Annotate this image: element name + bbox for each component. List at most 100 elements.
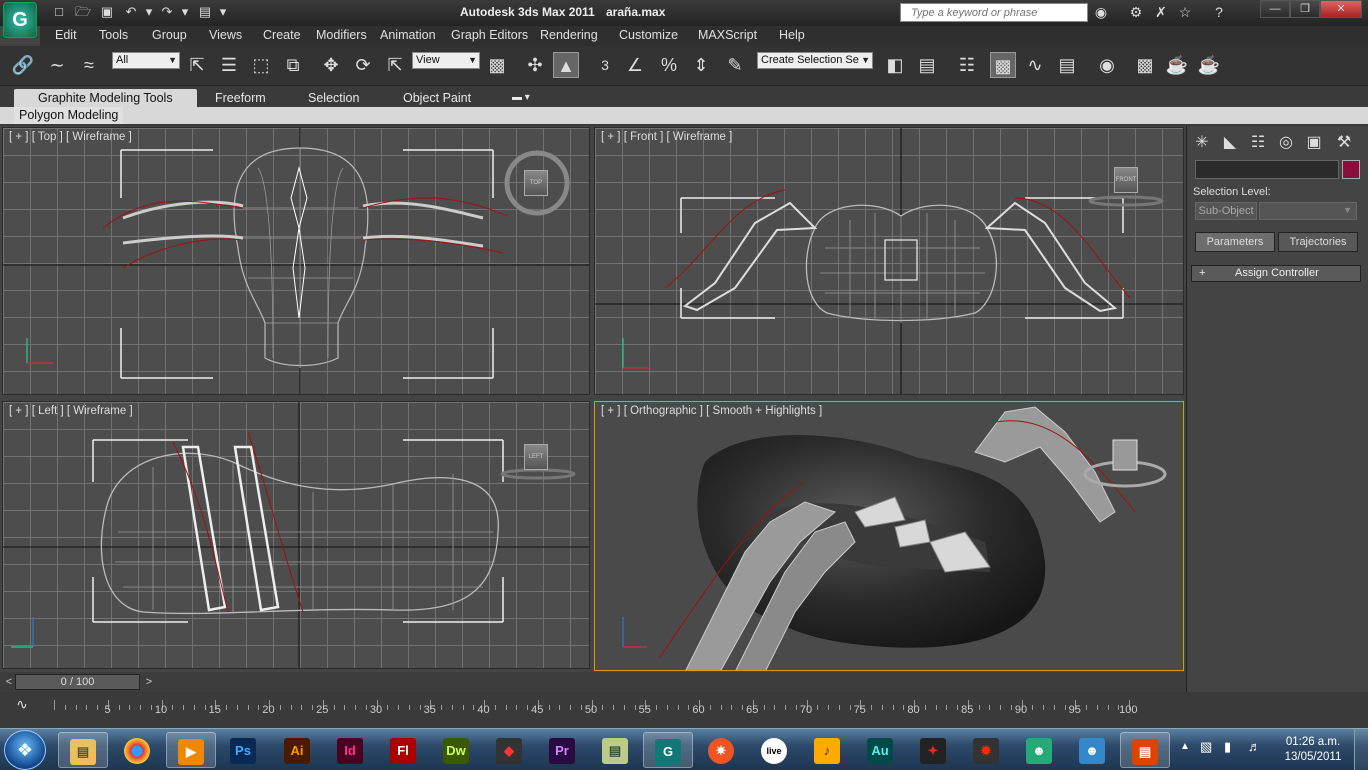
tab-freeform[interactable]: Freeform <box>215 89 266 107</box>
taskbar-powerpoint[interactable]: ▤ <box>1120 732 1170 768</box>
viewport-label-top[interactable]: [ + ] [ Top ] [ Wireframe ] <box>9 131 132 143</box>
network-signal-icon[interactable]: ▮ <box>1224 739 1231 755</box>
select-and-rotate-icon[interactable]: ⟳ <box>350 52 376 78</box>
track-bar-ruler[interactable]: 5 10 15 20 25 30 35 40 45 50 55 60 65 70 75 80 85 90 95 100 <box>52 692 1182 722</box>
taskbar-ableton-live[interactable]: live <box>749 732 799 768</box>
taskbar-app-5[interactable]: ✹ <box>961 732 1011 768</box>
favorites-star-icon[interactable]: ☆ <box>1176 4 1194 21</box>
time-slider-prev[interactable]: < <box>2 674 16 690</box>
material-editor-icon[interactable]: ◉ <box>1094 52 1120 78</box>
rectangular-selection-icon[interactable]: ⬚ <box>248 52 274 78</box>
edit-named-selection-icon[interactable]: ✎ <box>722 52 748 78</box>
object-color-swatch[interactable] <box>1342 160 1360 179</box>
taskbar-fl-studio[interactable]: ♪ <box>802 732 852 768</box>
render-production-icon[interactable]: ☕ <box>1196 52 1222 78</box>
select-and-manipulate-icon[interactable]: ✣ <box>522 52 548 78</box>
maximize-button[interactable]: ❐ <box>1290 0 1320 18</box>
undo-dropdown-icon[interactable]: ▾ <box>140 4 158 20</box>
keyboard-shortcut-override-icon[interactable]: ▲ <box>553 52 579 78</box>
menu-help[interactable]: Help <box>779 28 805 42</box>
taskbar-chrome[interactable] <box>112 732 162 768</box>
time-slider-thumb[interactable]: 0 / 100 <box>15 674 140 690</box>
curve-editor-icon[interactable]: ∿ <box>1022 52 1048 78</box>
polygon-modeling-panel[interactable]: Polygon Modeling <box>14 107 124 124</box>
schematic-view-icon[interactable]: ▤ <box>1054 52 1080 78</box>
angle-snap-icon[interactable]: ∠ <box>622 52 648 78</box>
search-input[interactable] <box>901 4 1079 21</box>
assign-controller-rollout[interactable]: + Assign Controller <box>1191 265 1361 282</box>
sub-object-dropdown[interactable]: ▼ <box>1259 202 1357 220</box>
quick-access-dropdown-icon[interactable]: ▾ <box>214 4 232 20</box>
subscription-key-icon[interactable]: ⚙ <box>1127 4 1145 21</box>
bind-to-space-warp-icon[interactable]: ≈ <box>76 52 102 78</box>
save-icon[interactable]: ▣ <box>98 4 116 20</box>
show-desktop-button[interactable] <box>1354 729 1368 770</box>
menu-animation[interactable]: Animation <box>380 28 436 42</box>
communication-center-icon[interactable]: ✗ <box>1152 4 1170 21</box>
taskbar-explorer[interactable]: ▤ <box>58 732 108 768</box>
selection-filter-dropdown[interactable]: All ▼ <box>112 52 180 69</box>
render-setup-icon[interactable]: ▩ <box>1132 52 1158 78</box>
viewport-label-left[interactable]: [ + ] [ Left ] [ Wireframe ] <box>9 405 133 417</box>
taskbar-app-1[interactable]: ◆ <box>484 732 534 768</box>
taskbar-messenger-1[interactable]: ☻ <box>1014 732 1064 768</box>
rendered-frame-window-icon[interactable]: ☕ <box>1164 52 1190 78</box>
taskbar-media-player[interactable]: ▶ <box>166 732 216 768</box>
tab-graphite-modeling-tools[interactable]: Graphite Modeling Tools <box>14 89 197 107</box>
align-icon[interactable]: ▤ <box>914 52 940 78</box>
menu-edit[interactable]: Edit <box>55 28 77 42</box>
viewcube-front[interactable]: FRONT <box>1114 167 1138 193</box>
taskbar-photoshop[interactable]: Ps <box>218 732 268 768</box>
taskbar-app-2[interactable]: ▤ <box>590 732 640 768</box>
use-pivot-center-icon[interactable]: ▩ <box>484 52 510 78</box>
select-and-link-icon[interactable]: 🔗 <box>10 52 36 78</box>
minimize-button[interactable]: — <box>1260 0 1290 18</box>
tab-selection[interactable]: Selection <box>308 89 359 107</box>
viewport-orthographic[interactable]: [ + ] [ Orthographic ] [ Smooth + Highli… <box>594 401 1184 671</box>
viewport-left[interactable]: [ + ] [ Left ] [ Wireframe ] LEFT <box>2 401 590 669</box>
manage-layers-icon[interactable]: ☷ <box>954 52 980 78</box>
viewcube-left[interactable]: LEFT <box>524 444 548 470</box>
open-mini-curve-editor-icon[interactable]: ∿ <box>10 696 34 714</box>
display-tab-icon[interactable]: ▣ <box>1303 132 1325 154</box>
menu-customize[interactable]: Customize <box>619 28 678 42</box>
taskbar-app-4[interactable]: ✦ <box>908 732 958 768</box>
undo-icon[interactable]: ↶ <box>122 4 140 20</box>
utilities-tab-icon[interactable]: ⚒ <box>1333 132 1355 154</box>
menu-tools[interactable]: Tools <box>99 28 128 42</box>
viewport-label-orthographic[interactable]: [ + ] [ Orthographic ] [ Smooth + Highli… <box>601 405 822 417</box>
motion-tab-icon[interactable]: ◎ <box>1275 132 1297 154</box>
taskbar-flash[interactable]: Fl <box>378 732 428 768</box>
taskbar-illustrator[interactable]: Ai <box>272 732 322 768</box>
help-icon[interactable]: ? <box>1210 4 1228 21</box>
select-and-scale-icon[interactable]: ⇱ <box>382 52 408 78</box>
device-icon[interactable]: ▧ <box>1200 739 1212 755</box>
menu-views[interactable]: Views <box>209 28 242 42</box>
hierarchy-tab-icon[interactable]: ☷ <box>1247 132 1269 154</box>
application-button[interactable]: G <box>3 2 37 38</box>
redo-dropdown-icon[interactable]: ▾ <box>176 4 194 20</box>
start-button[interactable]: ❖ <box>4 730 46 770</box>
menu-modifiers[interactable]: Modifiers <box>316 28 367 42</box>
menu-rendering[interactable]: Rendering <box>540 28 598 42</box>
ribbon-minimize-icon[interactable]: ▬ ▾ <box>512 89 530 107</box>
tab-object-paint[interactable]: Object Paint <box>403 89 471 107</box>
close-button[interactable]: ✕ <box>1320 0 1362 18</box>
select-and-move-icon[interactable]: ✥ <box>318 52 344 78</box>
taskbar-messenger-2[interactable]: ☻ <box>1067 732 1117 768</box>
unlink-selection-icon[interactable]: ∼ <box>44 52 70 78</box>
taskbar-indesign[interactable]: Id <box>325 732 375 768</box>
time-slider-next[interactable]: > <box>142 674 156 690</box>
viewport-top[interactable]: [ + ] [ Top ] [ Wireframe ] TOP <box>2 127 590 395</box>
snaps-toggle-icon[interactable]: 3 <box>592 52 618 78</box>
create-tab-icon[interactable]: ✳ <box>1191 132 1213 154</box>
graphite-modeling-tools-icon[interactable]: ▩ <box>990 52 1016 78</box>
taskbar-audition[interactable]: Au <box>855 732 905 768</box>
new-file-icon[interactable]: □ <box>50 4 68 20</box>
system-clock[interactable]: 01:26 a.m. 13/05/2011 <box>1278 735 1348 765</box>
taskbar-app-3[interactable]: ✷ <box>696 732 746 768</box>
sub-object-button[interactable]: Sub-Object <box>1195 202 1257 220</box>
viewport-label-front[interactable]: [ + ] [ Front ] [ Wireframe ] <box>601 131 732 143</box>
viewcube-top[interactable]: TOP <box>524 170 548 196</box>
parameters-button[interactable]: Parameters <box>1195 232 1275 252</box>
